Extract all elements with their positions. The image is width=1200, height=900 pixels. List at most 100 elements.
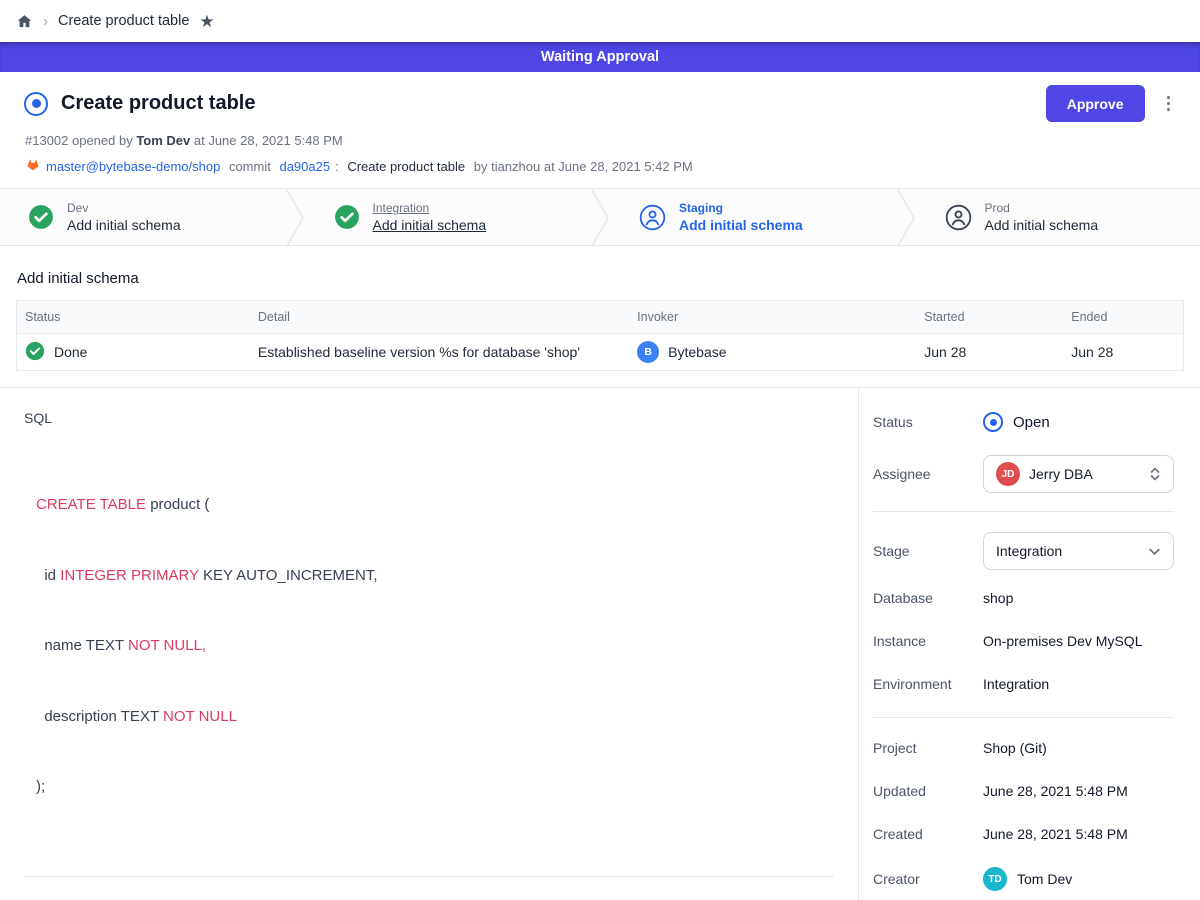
approve-button[interactable]: Approve	[1046, 85, 1145, 122]
stage-task-label: Add initial schema	[985, 217, 1099, 233]
sidebar-row-instance: Instance On-premises Dev MySQL	[873, 631, 1174, 651]
environment-label: Environment	[873, 676, 983, 692]
updown-chevron-icon	[1149, 466, 1161, 482]
breadcrumb-chevron-icon: ›	[43, 13, 48, 30]
assignee-avatar: JD	[996, 462, 1020, 486]
edit-pencil-icon[interactable]	[813, 897, 834, 900]
column-header-invoker: Invoker	[629, 301, 916, 334]
home-icon[interactable]	[16, 13, 33, 30]
instance-value: On-premises Dev MySQL	[983, 633, 1142, 649]
sidebar-row-status: Status Open	[873, 412, 1174, 432]
sql-section-label: SQL	[24, 410, 834, 426]
description-divider	[24, 876, 834, 877]
stage-pending-user-icon	[945, 204, 972, 231]
sidebar-divider	[873, 511, 1174, 512]
column-header-detail: Detail	[250, 301, 629, 334]
sidebar-row-assignee: Assignee JD Jerry DBA	[873, 455, 1174, 493]
stage-pending-user-icon	[639, 204, 666, 231]
commit-word: commit	[225, 159, 274, 174]
issue-sidebar: Status Open Assignee JD Jerry DBA	[858, 388, 1200, 900]
invoker-avatar: B	[637, 341, 659, 363]
sql-line: );	[36, 775, 834, 799]
task-detail-text: Established baseline version %s for data…	[250, 334, 629, 371]
breadcrumb: › Create product table ★	[0, 0, 1200, 42]
stage-integration[interactable]: Integration Add initial schema	[306, 189, 590, 245]
assignee-select[interactable]: JD Jerry DBA	[983, 455, 1174, 493]
database-value: shop	[983, 590, 1013, 606]
sql-line: description TEXT NOT NULL	[36, 705, 834, 729]
sidebar-divider	[873, 717, 1174, 718]
task-ended-date: Jun 28	[1063, 334, 1183, 371]
task-started-date: Jun 28	[916, 334, 1063, 371]
status-label: Status	[873, 414, 983, 430]
stage-prod[interactable]: Prod Add initial schema	[917, 189, 1200, 245]
stage-separator	[895, 189, 917, 245]
stage-staging[interactable]: Staging Add initial schema	[611, 189, 895, 245]
stage-env-label: Integration	[373, 201, 487, 215]
gitlab-icon	[25, 157, 41, 175]
commit-hash-link[interactable]: da90a25	[279, 159, 330, 174]
column-header-status: Status	[17, 301, 250, 334]
sql-line: name TEXT NOT NULL,	[36, 634, 834, 658]
status-open-icon	[983, 412, 1003, 432]
sql-line: id INTEGER PRIMARY KEY AUTO_INCREMENT,	[36, 564, 834, 588]
sidebar-row-project: Project Shop (Git)	[873, 738, 1174, 758]
pipeline-stage-strip: Dev Add initial schema Integration Add i…	[0, 188, 1200, 246]
sidebar-row-updated: Updated June 28, 2021 5:48 PM	[873, 781, 1174, 801]
breadcrumb-item[interactable]: Create product table	[58, 13, 189, 29]
stage-task-label: Add initial schema	[67, 217, 181, 233]
commit-colon: :	[335, 159, 342, 174]
column-header-ended: Ended	[1063, 301, 1183, 334]
commit-line: master@bytebase-demo/shop commit da90a25…	[25, 157, 1176, 175]
issue-meta: #13002 opened by Tom Dev at June 28, 202…	[25, 133, 1176, 148]
stage-done-check-icon	[28, 204, 54, 230]
stage-env-label: Staging	[679, 201, 803, 215]
assignee-label: Assignee	[873, 466, 983, 482]
issue-number-text: #13002 opened by	[25, 133, 136, 148]
bytebase-issue-page: › Create product table ★ Waiting Approva…	[0, 0, 1200, 900]
approval-banner-text: Waiting Approval	[541, 49, 659, 65]
task-status-text: Done	[54, 344, 87, 360]
updated-label: Updated	[873, 783, 983, 799]
updated-value: June 28, 2021 5:48 PM	[983, 783, 1128, 799]
issue-header: Create product table Approve #13002 open…	[0, 72, 1200, 188]
sql-line: CREATE TABLE product (	[36, 493, 834, 517]
stage-separator	[589, 189, 611, 245]
stage-env-label: Prod	[985, 201, 1099, 215]
project-value: Shop (Git)	[983, 740, 1047, 756]
sidebar-row-stage: Stage Integration	[873, 532, 1174, 570]
issue-opened-at: at June 28, 2021 5:48 PM	[190, 133, 343, 148]
stage-dev[interactable]: Dev Add initial schema	[0, 189, 284, 245]
creator-avatar: TD	[983, 867, 1007, 891]
stage-select[interactable]: Integration	[983, 532, 1174, 570]
creator-label: Creator	[873, 871, 983, 887]
stage-label: Stage	[873, 543, 983, 559]
column-header-started: Started	[916, 301, 1063, 334]
created-label: Created	[873, 826, 983, 842]
kebab-menu-icon[interactable]	[1161, 92, 1177, 116]
main-column: SQL CREATE TABLE product ( id INTEGER PR…	[0, 388, 858, 900]
task-section-heading: Add initial schema	[17, 270, 1184, 287]
commit-branch-link[interactable]: master@bytebase-demo/shop	[46, 159, 220, 174]
project-label: Project	[873, 740, 983, 756]
issue-author: Tom Dev	[136, 133, 190, 148]
assignee-name: Jerry DBA	[1029, 466, 1093, 482]
stage-env-label: Dev	[67, 201, 181, 215]
approval-banner: Waiting Approval	[0, 42, 1200, 72]
chevron-down-icon	[1148, 545, 1161, 558]
task-table-header-row: Status Detail Invoker Started Ended	[17, 301, 1184, 334]
star-icon[interactable]: ★	[199, 13, 214, 30]
stage-done-check-icon	[334, 204, 360, 230]
invoker-name: Bytebase	[668, 344, 726, 360]
stage-task-label: Add initial schema	[373, 217, 487, 233]
issue-open-status-icon	[24, 92, 48, 116]
stage-task-label: Add initial schema	[679, 217, 803, 233]
task-section: Add initial schema Status Detail Invoker…	[0, 246, 1200, 387]
commit-byline: by tianzhou at June 28, 2021 5:42 PM	[470, 159, 693, 174]
sidebar-row-environment: Environment Integration	[873, 674, 1174, 694]
instance-label: Instance	[873, 633, 983, 649]
sidebar-row-created: Created June 28, 2021 5:48 PM	[873, 824, 1174, 844]
sidebar-row-database: Database shop	[873, 588, 1174, 608]
table-row[interactable]: Done Established baseline version %s for…	[17, 334, 1184, 371]
task-table: Status Detail Invoker Started Ended Done…	[16, 300, 1184, 371]
